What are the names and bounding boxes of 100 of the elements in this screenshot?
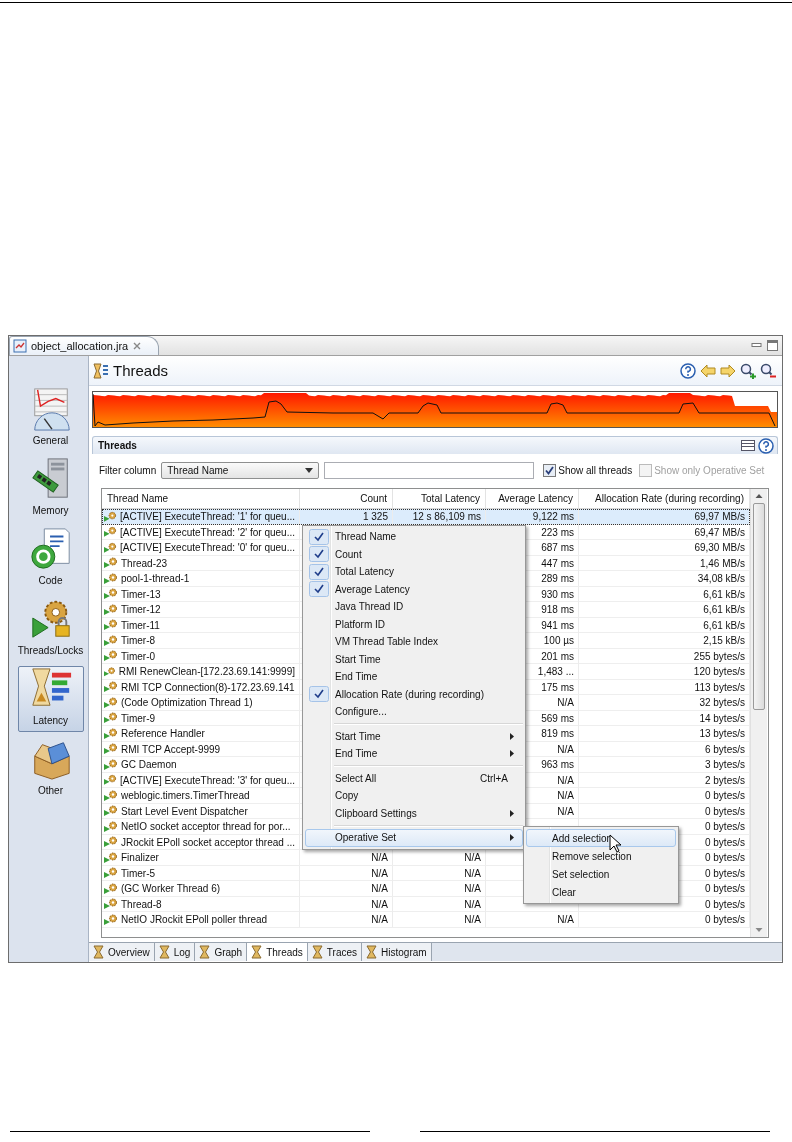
table-cell-text: N/A — [371, 897, 388, 912]
table-cell-text: 69,97 MB/s — [694, 510, 745, 524]
table-cell-text: 34,08 kB/s — [697, 572, 745, 586]
menu-item[interactable]: VM Thread Table Index — [305, 633, 523, 651]
gear-arrow-icon — [104, 557, 118, 569]
sidebar-item[interactable]: Latency — [17, 666, 84, 732]
view-tab[interactable]: Overview — [89, 943, 155, 961]
table-cell-text: 963 ms — [541, 758, 574, 772]
view-tab[interactable]: Graph — [195, 943, 248, 961]
checkmark-icon — [309, 563, 329, 580]
menu-item[interactable]: Remove selection — [526, 847, 676, 865]
table-cell-text: 6,61 kB/s — [703, 603, 745, 617]
gear-arrow-icon — [104, 882, 118, 895]
menu-item[interactable]: Average Latency — [305, 580, 523, 598]
submenu-arrow-icon — [510, 809, 514, 817]
checkbox-label: Show all threads — [558, 464, 633, 476]
table-row[interactable]: [ACTIVE] ExecuteThread: '1' for queu... 1 325 12 s 86,109 ms 9,122 ms 69,97 MB/s — [102, 509, 750, 525]
menu-item[interactable]: Start Time — [305, 650, 523, 668]
menu-item[interactable]: Allocation Rate (during recording) — [305, 685, 523, 703]
menu-item[interactable]: Thread Name — [305, 528, 523, 546]
menu-item[interactable]: Java Thread ID — [305, 598, 523, 616]
table-cell-text: 930 ms — [541, 587, 574, 602]
table-cell-text: 6,61 kB/s — [703, 587, 745, 602]
zoom-out-icon[interactable] — [760, 362, 776, 379]
menu-item[interactable]: Copy — [305, 787, 523, 805]
table-cell-text: [ACTIVE] ExecuteThread: '3' for queu... — [120, 773, 295, 788]
table-cell-text: 32 bytes/s — [699, 696, 745, 710]
table-cell-text: 69,47 MB/s — [694, 525, 745, 540]
table-cell-text: 6,61 kB/s — [703, 618, 745, 633]
table-cell-text: 1 325 — [362, 510, 388, 524]
table-cell-text: N/A — [464, 851, 481, 865]
table-cell-text: 0 bytes/s — [704, 897, 745, 912]
table-cell-text: N/A — [371, 866, 388, 881]
sidebar-item[interactable]: Threads/Locks — [17, 596, 84, 662]
sidebar-item[interactable]: Memory — [17, 456, 84, 522]
table-cell-text: 0 bytes/s — [704, 866, 745, 881]
table-cell-text: 569 ms — [541, 711, 574, 726]
scrollbar-thumb[interactable] — [753, 503, 765, 710]
table-icon[interactable] — [740, 437, 756, 453]
maximize-icon[interactable] — [766, 339, 779, 352]
filter-field[interactable] — [324, 461, 535, 479]
submenu-arrow-icon — [510, 834, 514, 842]
menu-item[interactable]: Total Latency — [305, 563, 523, 581]
menu-item[interactable]: Add selection — [526, 829, 676, 847]
sidebar-item[interactable]: Code — [17, 526, 84, 592]
editor-tab[interactable]: object_allocation.jra — [9, 336, 160, 355]
table-cell-text: N/A — [464, 897, 481, 912]
checkmark-icon — [309, 686, 329, 703]
column-header[interactable]: Average Latency — [486, 489, 579, 508]
checkbox-label: Show only Operative Set — [654, 464, 765, 476]
sidebar-item[interactable]: Other — [17, 736, 84, 802]
table-cell-text: 12 s 86,109 ms — [412, 510, 481, 524]
column-header[interactable]: Thread Name — [102, 489, 300, 508]
table-cell-text: N/A — [557, 913, 574, 927]
help-icon[interactable] — [758, 437, 774, 454]
hourglass-icon — [250, 945, 264, 959]
menu-item[interactable]: Clipboard Settings — [305, 804, 523, 822]
view-tab[interactable]: Traces — [307, 943, 363, 961]
file-icon — [13, 339, 27, 353]
table-cell-text: Reference Handler — [121, 727, 205, 741]
table-cell-text: GC Daemon — [121, 758, 177, 772]
menu-item[interactable]: Set selection — [526, 865, 676, 883]
caret-icon — [305, 467, 314, 473]
table-cell-text: 289 ms — [541, 572, 574, 586]
column-header[interactable]: Total Latency — [393, 489, 486, 508]
column-dropdown[interactable]: Thread Name — [161, 461, 320, 479]
zoom-in-icon[interactable] — [740, 362, 756, 379]
scrollbar[interactable] — [750, 489, 767, 937]
menu-item[interactable]: Platform ID — [305, 615, 523, 633]
table-cell-text: N/A — [557, 742, 574, 757]
menu-item[interactable]: Count — [305, 545, 523, 563]
gear-arrow-icon — [104, 743, 118, 755]
table-cell-text: (GC Worker Thread 6) — [121, 882, 221, 896]
menu-item[interactable]: Configure... — [305, 703, 523, 721]
checkbox[interactable] — [543, 463, 557, 477]
column-header[interactable]: Count — [300, 489, 393, 508]
table-cell-text: 223 ms — [541, 525, 574, 540]
gear-arrow-icon — [104, 634, 118, 647]
menu-item[interactable]: Operative Set — [305, 829, 523, 847]
menu-item[interactable]: End Time — [305, 668, 523, 686]
table-cell-text: 9,122 ms — [532, 510, 574, 524]
close-icon[interactable] — [132, 341, 143, 351]
table-cell-text: N/A — [371, 882, 388, 896]
table-row[interactable]: NetIO JRockit EPoll poller thread N/A N/A N/A 0 bytes/s — [102, 912, 750, 928]
sidebar-item[interactable]: General — [17, 386, 84, 452]
gear-arrow-icon — [104, 898, 118, 910]
back-arrow-icon[interactable] — [700, 362, 716, 379]
gear-arrow-icon — [104, 665, 116, 678]
table-cell-text: 1,483 ... — [537, 665, 574, 679]
view-tab[interactable]: Threads — [247, 943, 308, 961]
view-tab[interactable]: Log — [154, 943, 196, 961]
hourglass-icon — [365, 945, 379, 959]
table-cell-text: Timer-5 — [121, 866, 156, 881]
view-tab[interactable]: Histogram — [362, 943, 432, 961]
help-icon[interactable] — [680, 362, 696, 379]
gear-arrow-icon — [104, 712, 118, 724]
gear-arrow-icon — [104, 727, 118, 740]
table-cell-text: RMI RenewClean-[172.23.69.141:9999] — [118, 665, 295, 679]
table-cell-text: Timer-11 — [121, 618, 160, 633]
menu-item[interactable]: Start Time — [305, 727, 523, 745]
